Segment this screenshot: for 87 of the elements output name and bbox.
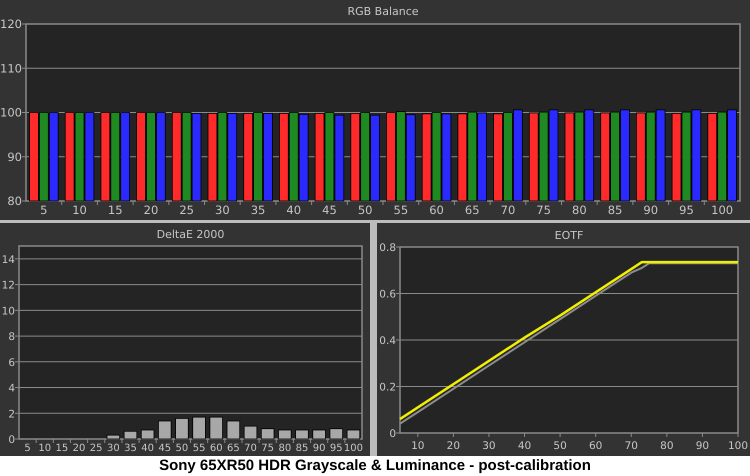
x-tick-label: 15: [56, 443, 68, 454]
chart-title: DeltaE 2000: [156, 228, 224, 241]
y-tick-label: 4: [8, 382, 15, 395]
x-tick-label: 50: [176, 443, 188, 454]
x-tick-label: 75: [261, 443, 274, 454]
x-tick-label: 60: [589, 440, 602, 452]
x-tick-label: 75: [536, 203, 551, 217]
x-tick-label: 100: [728, 440, 748, 452]
x-tick-label: 100: [344, 443, 363, 454]
x-tick-label: 95: [679, 203, 694, 217]
x-tick-label: 30: [482, 440, 496, 452]
bar: [244, 426, 258, 440]
y-tick-label: 2: [8, 408, 15, 420]
x-tick-label: 90: [643, 203, 658, 217]
x-tick-label: 45: [322, 203, 337, 217]
bar: [175, 418, 189, 440]
y-tick-label: 80: [7, 194, 22, 208]
y-tick-label: 10: [2, 305, 15, 318]
x-tick-label: 45: [158, 443, 172, 454]
y-tick-label: 0.2: [379, 382, 396, 394]
x-tick-label: 20: [144, 203, 158, 217]
x-tick-label: 15: [108, 203, 123, 217]
x-tick-label: 50: [358, 203, 372, 217]
x-tick-label: 100: [711, 203, 734, 217]
y-tick-label: 0.8: [379, 242, 396, 254]
bar: [278, 430, 292, 440]
x-tick-label: 60: [429, 203, 444, 217]
x-tick-label: 5: [24, 443, 31, 454]
x-tick-label: 25: [90, 443, 103, 454]
x-tick-label: 40: [141, 443, 154, 454]
y-tick-label: 12: [2, 280, 15, 292]
y-tick-label: 90: [7, 150, 22, 164]
y-tick-label: 110: [0, 61, 22, 76]
bar: [346, 430, 360, 440]
chart-caption: Sony 65XR50 HDR Grayscale & Luminance - post-calibration: [159, 456, 591, 476]
x-tick-label: 50: [553, 440, 567, 452]
x-tick-label: 30: [106, 443, 120, 454]
x-tick-label: 65: [464, 203, 480, 217]
y-tick-label: 120: [0, 17, 22, 31]
bar: [140, 430, 154, 440]
y-tick-label: 14: [2, 254, 15, 266]
y-tick-label: 6: [8, 356, 15, 369]
x-tick-label: 80: [278, 443, 292, 454]
bar: [226, 420, 240, 440]
x-tick-label: 85: [296, 443, 308, 454]
x-tick-label: 90: [696, 440, 710, 452]
x-tick-label: 70: [500, 203, 516, 217]
bar: [124, 430, 138, 440]
x-tick-label: 35: [124, 443, 137, 454]
x-tick-label: 40: [286, 203, 302, 217]
x-tick-label: 70: [624, 440, 638, 452]
x-tick-label: 55: [394, 203, 408, 217]
bar: [260, 428, 274, 440]
x-tick-label: 10: [72, 203, 87, 217]
x-tick-label: 80: [572, 203, 587, 217]
x-tick-label: 55: [192, 443, 206, 454]
bar: [192, 416, 206, 440]
x-tick-label: 95: [330, 443, 343, 454]
x-tick-label: 85: [608, 203, 622, 217]
chart-title: RGB Balance: [347, 5, 419, 18]
y-tick-label: 0.4: [379, 335, 396, 347]
bar: [209, 416, 223, 440]
y-tick-label: 8: [8, 331, 15, 344]
chart-title: EOTF: [554, 229, 584, 242]
x-tick-label: 10: [38, 443, 52, 454]
y-tick-label: 0.6: [379, 288, 396, 300]
bar: [158, 420, 172, 440]
x-tick-label: 5: [40, 203, 48, 217]
bar: [106, 434, 120, 440]
bar: [330, 428, 344, 440]
x-tick-label: 20: [446, 440, 460, 452]
x-tick-label: 40: [518, 440, 532, 452]
x-tick-label: 35: [250, 203, 266, 217]
x-tick-label: 10: [411, 440, 424, 452]
bar: [295, 430, 309, 440]
x-tick-label: 90: [312, 443, 326, 454]
x-tick-label: 80: [660, 440, 674, 452]
x-tick-label: 65: [227, 443, 240, 454]
x-tick-label: 20: [72, 443, 86, 454]
y-tick-label: 0: [8, 434, 15, 446]
x-tick-label: 70: [244, 443, 257, 454]
y-tick-label: 0: [389, 428, 396, 440]
bar: [312, 430, 326, 440]
x-tick-label: 60: [210, 443, 223, 454]
x-tick-label: 25: [179, 203, 194, 217]
x-tick-label: 30: [215, 203, 230, 217]
y-tick-label: 100: [0, 106, 22, 120]
